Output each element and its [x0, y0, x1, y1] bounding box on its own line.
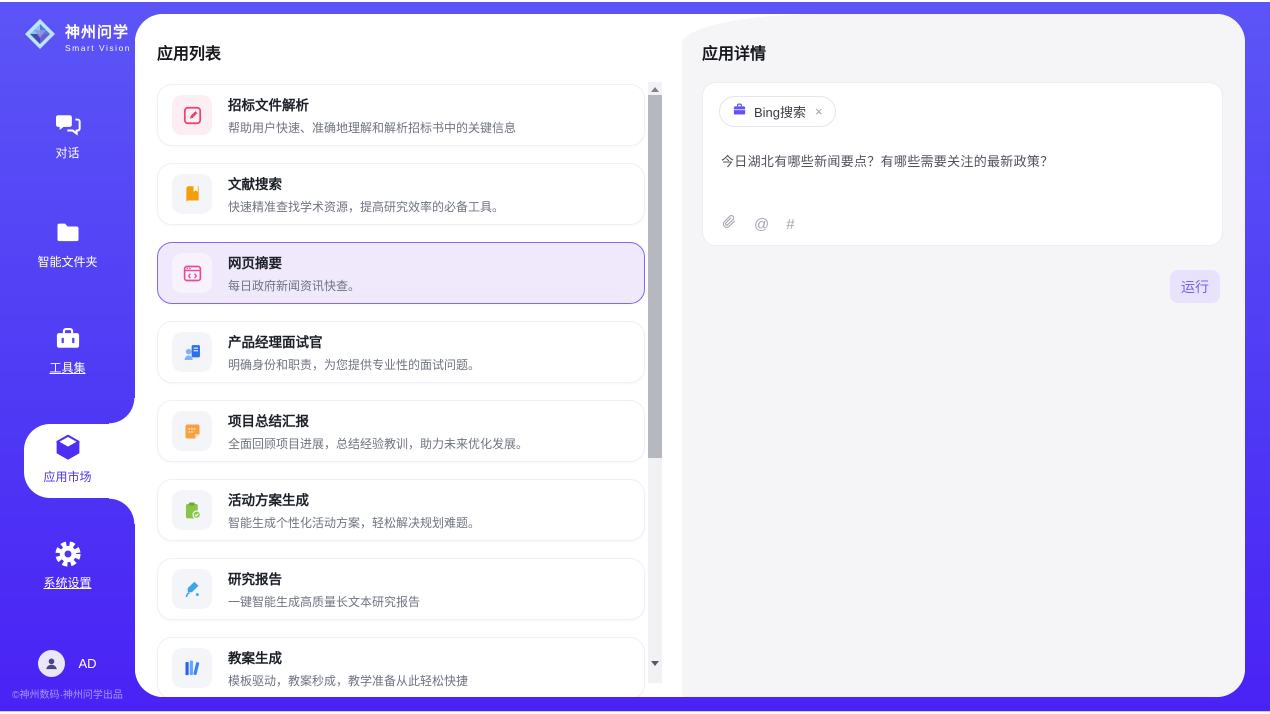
app-list-scrollbar[interactable] — [648, 82, 662, 683]
app-title: 研究报告 — [228, 568, 420, 588]
input-toolbar: @ # — [721, 213, 795, 235]
app-item-pm-interviewer[interactable]: 产品经理面试官 明确身份和职责，为您提供专业性的面试问题。 — [157, 321, 645, 383]
app-desc: 明确身份和职责，为您提供专业性的面试问题。 — [228, 356, 480, 373]
app-item-lesson-plan[interactable]: 教案生成 模板驱动，教案秒成，教学准备从此轻松快捷 — [157, 637, 645, 697]
brand-logo: 神州问学 Smart Vision — [22, 16, 131, 57]
bubble-fillet-top — [109, 398, 135, 424]
bubble-fillet-bottom — [109, 498, 135, 524]
scrollbar-thumb[interactable] — [648, 95, 662, 458]
close-icon[interactable]: × — [815, 104, 823, 119]
avatar — [38, 650, 65, 677]
ink-pen-icon — [172, 569, 212, 609]
interviewer-icon — [172, 332, 212, 372]
app-desc: 一键智能生成高质量长文本研究报告 — [228, 593, 420, 610]
content-shell: 应用列表 招标文件解析 帮助用户快速、准确地理解和解析招标书中的关键信息 — [135, 14, 1245, 697]
sidebar-item-label: 系统设置 — [0, 574, 135, 591]
run-button[interactable]: 运行 — [1170, 270, 1220, 303]
app-detail-title: 应用详情 — [702, 40, 766, 64]
folder-icon — [0, 219, 135, 247]
app-title: 网页摘要 — [228, 252, 360, 272]
app-title: 项目总结汇报 — [228, 410, 528, 430]
scroll-down-icon[interactable] — [648, 657, 662, 669]
app-list: 招标文件解析 帮助用户快速、准确地理解和解析招标书中的关键信息 文献搜索 快速精… — [157, 84, 645, 697]
pen-square-icon — [172, 95, 212, 135]
app-desc: 全面回顾项目进展，总结经验教训，助力未来优化发展。 — [228, 435, 528, 452]
hash-icon[interactable]: # — [786, 216, 794, 233]
app-item-project-summary[interactable]: 项目总结汇报 全面回顾项目进展，总结经验教训，助力未来优化发展。 — [157, 400, 645, 462]
app-title: 产品经理面试官 — [228, 331, 480, 351]
sidebar-item-label: 智能文件夹 — [0, 253, 135, 270]
briefcase-icon — [732, 102, 747, 122]
brand-name: 神州问学 — [65, 24, 129, 41]
brand-subtitle: Smart Vision — [65, 43, 131, 53]
app-item-research-report[interactable]: 研究报告 一键智能生成高质量长文本研究报告 — [157, 558, 645, 620]
app-desc: 帮助用户快速、准确地理解和解析招标书中的关键信息 — [228, 119, 516, 136]
note-icon — [172, 411, 212, 451]
chat-icon — [0, 110, 135, 138]
browser-icon — [172, 253, 212, 293]
prompt-input[interactable]: 今日湖北有哪些新闻要点？有哪些需要关注的最新政策？ — [721, 151, 1204, 170]
sidebar-item-chat[interactable]: 对话 — [0, 110, 135, 161]
paperclip-icon[interactable] — [721, 213, 737, 235]
app-item-bid-document-analysis[interactable]: 招标文件解析 帮助用户快速、准确地理解和解析招标书中的关键信息 — [157, 84, 645, 146]
sidebar-item-toolbox[interactable]: 工具集 — [0, 325, 135, 376]
app-desc: 快速精准查找学术资源，提高研究效率的必备工具。 — [228, 198, 504, 215]
app-desc: 每日政府新闻资讯快查。 — [228, 277, 360, 294]
app-title: 教案生成 — [228, 647, 468, 667]
app-desc: 模板驱动，教案秒成，教学准备从此轻松快捷 — [228, 672, 468, 689]
app-item-event-plan[interactable]: 活动方案生成 智能生成个性化活动方案，轻松解决规划难题。 — [157, 479, 645, 541]
app-item-literature-search[interactable]: 文献搜索 快速精准查找学术资源，提高研究效率的必备工具。 — [157, 163, 645, 225]
prompt-card: Bing搜索 × 今日湖北有哪些新闻要点？有哪些需要关注的最新政策？ @ # — [702, 82, 1223, 246]
app-title: 活动方案生成 — [228, 489, 480, 509]
user-name: AD — [78, 656, 96, 671]
scroll-up-icon[interactable] — [648, 83, 662, 95]
sidebar: 神州问学 Smart Vision 对话 智能文件夹 — [0, 2, 135, 697]
copyright-footer: ©神州数码·神州问学出品 — [0, 686, 135, 701]
app-item-web-summary[interactable]: 网页摘要 每日政府新闻资讯快查。 — [157, 242, 645, 304]
sidebar-item-label: 应用市场 — [0, 468, 135, 485]
sidebar-item-settings[interactable]: 系统设置 — [0, 540, 135, 591]
toolbox-icon — [0, 325, 135, 353]
tool-tag-label: Bing搜索 — [754, 102, 806, 121]
cube-icon — [0, 432, 135, 462]
app-title: 文献搜索 — [228, 173, 504, 193]
sidebar-item-app-market[interactable]: 应用市场 — [0, 432, 135, 485]
gear-icon — [0, 540, 135, 568]
tool-tag-bing-search[interactable]: Bing搜索 × — [719, 96, 836, 127]
user-account[interactable]: AD — [0, 650, 135, 677]
app-detail-panel: 应用详情 Bing搜索 × 今日湖北有哪些新闻要点？有哪些需要关注的最新政策？ — [682, 14, 1245, 697]
books-icon — [172, 648, 212, 688]
app-title: 招标文件解析 — [228, 94, 516, 114]
sidebar-item-label: 对话 — [0, 144, 135, 161]
book-icon — [172, 174, 212, 214]
sidebar-item-label: 工具集 — [0, 359, 135, 376]
at-icon[interactable]: @ — [754, 216, 769, 233]
app-list-title: 应用列表 — [157, 40, 221, 64]
clipboard-icon — [172, 490, 212, 530]
app-list-panel: 应用列表 招标文件解析 帮助用户快速、准确地理解和解析招标书中的关键信息 — [135, 14, 682, 697]
diamond-logo-icon — [22, 16, 58, 57]
app-desc: 智能生成个性化活动方案，轻松解决规划难题。 — [228, 514, 480, 531]
sidebar-item-smart-folder[interactable]: 智能文件夹 — [0, 219, 135, 270]
